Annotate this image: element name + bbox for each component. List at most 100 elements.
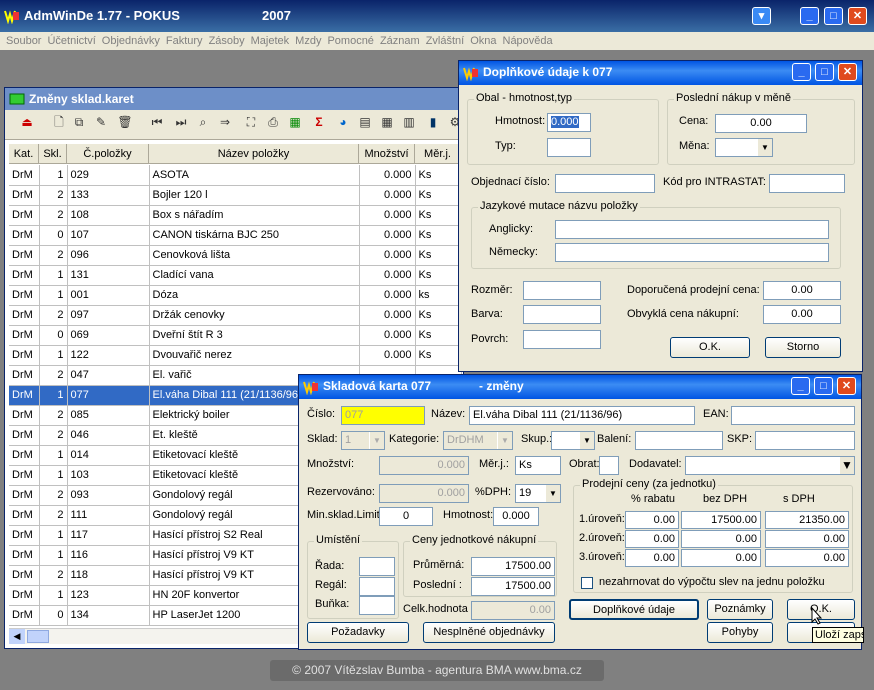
mnozstvi-field[interactable]: 0.000 [379, 456, 469, 475]
minimize-button[interactable]: _ [800, 7, 819, 25]
col-kat[interactable]: Kat. [9, 144, 39, 164]
menu-item[interactable]: Soubor [0, 35, 47, 47]
search-icon[interactable]: ⌕ [195, 114, 211, 130]
copy-icon[interactable]: ⧉ [71, 114, 87, 130]
rezervovano-field[interactable]: 0.000 [379, 484, 469, 503]
col-nazev[interactable]: Název položky [149, 144, 359, 164]
col-mnozstvi[interactable]: Množství [359, 144, 415, 164]
maximize-button[interactable]: □ [814, 377, 833, 395]
nazev-field[interactable]: El.váha Dibal 111 (21/1136/96) [469, 406, 695, 425]
table-view-icon[interactable]: ▦ [379, 114, 395, 130]
table-row[interactable]: DrM 2 097 Držák cenovky 0.000 Ks [9, 305, 462, 326]
table-row[interactable]: DrM 1 131 Cladící vana 0.000 Ks [9, 265, 462, 286]
sdph-field[interactable]: 21350.00 [765, 511, 849, 529]
menu-item[interactable]: Majetek [251, 35, 296, 47]
doplnkove-udaje-button[interactable]: Doplňkové údaje [569, 599, 699, 620]
report-icon[interactable]: ▤ [357, 114, 373, 130]
rozmer-field[interactable] [523, 281, 601, 300]
menu-item[interactable]: Záznam [380, 35, 426, 47]
stats-icon[interactable]: ▮ [425, 114, 441, 130]
sdph-field[interactable]: 0.00 [765, 530, 849, 548]
table-row[interactable]: DrM 1 029 ASOTA 0.000 Ks [9, 165, 462, 186]
posledni-field[interactable]: 17500.00 [471, 577, 555, 596]
extra-ok-button[interactable]: O.K. [670, 337, 750, 358]
grid-icon[interactable]: ▥ [401, 114, 417, 130]
menu-item[interactable]: Zvláštní [426, 35, 471, 47]
nezahrnovat-checkbox[interactable] [581, 577, 593, 589]
rabat-field[interactable]: 0.00 [625, 511, 679, 529]
col-skl[interactable]: Skl. [39, 144, 67, 164]
dph-select[interactable]: 19 ▼ [515, 484, 561, 503]
bezdph-field[interactable]: 0.00 [681, 549, 761, 567]
table-row[interactable]: DrM 1 001 Dóza 0.000 ks [9, 285, 462, 306]
sklad-select[interactable]: 1 ▼ [341, 431, 385, 450]
skup-select[interactable]: ▼ [551, 431, 595, 450]
ean-field[interactable] [731, 406, 855, 425]
table-row[interactable]: DrM 1 122 Dvouvařič nerez 0.000 Ks [9, 345, 462, 366]
prumerna-field[interactable]: 17500.00 [471, 557, 555, 576]
menu-item[interactable]: Nápověda [503, 35, 559, 47]
scroll-left-icon[interactable]: ◀ [9, 629, 25, 644]
bunka-field[interactable] [359, 596, 395, 615]
pohyby-button[interactable]: Pohyby [707, 622, 773, 643]
last-record-icon[interactable]: ⏭ [173, 114, 189, 130]
sdph-field[interactable]: 0.00 [765, 549, 849, 567]
minimize-button[interactable]: _ [791, 377, 810, 395]
close-button[interactable]: ✕ [848, 7, 867, 25]
menu-item[interactable]: Faktury [166, 35, 209, 47]
close-button[interactable]: ✕ [838, 63, 857, 81]
poznamky-button[interactable]: Poznámky [707, 599, 773, 620]
bezdph-field[interactable]: 17500.00 [681, 511, 761, 529]
table-row[interactable]: DrM 2 108 Box s nářadím 0.000 Ks [9, 205, 462, 226]
celk-field[interactable]: 0.00 [471, 601, 555, 620]
menu-item[interactable]: Zásoby [209, 35, 251, 47]
typ-field[interactable] [547, 138, 591, 157]
select-icon[interactable]: ⛶ [243, 114, 259, 130]
extra-storno-button[interactable]: Storno [765, 337, 841, 358]
obj-cislo-field[interactable] [555, 174, 655, 193]
minsklad-field[interactable]: 0 [379, 507, 433, 526]
table-row[interactable]: DrM 2 096 Cenovková lišta 0.000 Ks [9, 245, 462, 266]
rabat-field[interactable]: 0.00 [625, 530, 679, 548]
intrastat-field[interactable] [769, 174, 845, 193]
scroll-thumb[interactable] [27, 630, 49, 643]
edit-icon[interactable]: ✎ [93, 114, 109, 130]
table-row[interactable]: DrM 0 107 CANON tiskárna BJC 250 0.000 Ks [9, 225, 462, 246]
card-hmotnost-field[interactable]: 0.000 [493, 507, 539, 526]
delete-icon[interactable]: 🗑 [117, 114, 133, 130]
rada-field[interactable] [359, 557, 395, 576]
goto-icon[interactable]: ⇒ [217, 114, 233, 130]
nemecky-field[interactable] [555, 243, 829, 262]
hmotnost-field[interactable]: 0.000 [547, 113, 591, 132]
dop-cena-field[interactable]: 0.00 [763, 281, 841, 300]
chart-icon[interactable]: ◕ [335, 114, 351, 130]
cena-field[interactable]: 0.00 [715, 114, 807, 133]
cislo-field[interactable]: 077 [341, 406, 425, 425]
povrch-field[interactable] [523, 330, 601, 349]
print-icon[interactable]: ⎙ [265, 114, 281, 130]
menu-item[interactable]: Mzdy [295, 35, 327, 47]
rabat-field[interactable]: 0.00 [625, 549, 679, 567]
regal-field[interactable] [359, 577, 395, 596]
skp-field[interactable] [755, 431, 855, 450]
exit-icon[interactable]: ⏏ [19, 114, 35, 130]
merj-field[interactable]: Ks [515, 456, 561, 475]
mena-select[interactable]: ▼ [715, 138, 773, 157]
menu-item[interactable]: Pomocné [327, 35, 379, 47]
baleni-field[interactable] [635, 431, 723, 450]
menu-item[interactable]: Objednávky [102, 35, 166, 47]
dodavatel-select[interactable]: ▼ [685, 456, 855, 475]
kategorie-select[interactable]: DrDHM ▼ [443, 431, 513, 450]
barva-field[interactable] [523, 305, 601, 324]
anglicky-field[interactable] [555, 220, 829, 239]
bezdph-field[interactable]: 0.00 [681, 530, 761, 548]
pozadavky-button[interactable]: Požadavky [307, 622, 409, 643]
table-row[interactable]: DrM 2 133 Bojler 120 l 0.000 Ks [9, 185, 462, 206]
nesplnene-button[interactable]: Nesplněné objednávky [423, 622, 555, 643]
sum-icon[interactable]: Σ [311, 114, 327, 130]
obv-cena-field[interactable]: 0.00 [763, 305, 841, 324]
menu-item[interactable]: Účetnictví [47, 35, 101, 47]
col-merj[interactable]: Měr.j. [415, 144, 461, 164]
obrat-field[interactable] [599, 456, 619, 475]
new-icon[interactable]: 🗋 [51, 114, 67, 130]
